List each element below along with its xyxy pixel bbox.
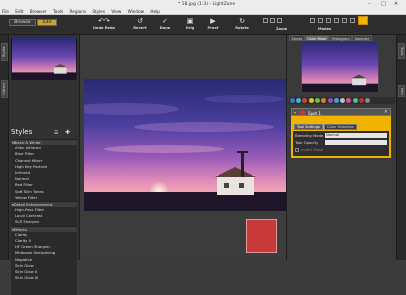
revert-icon: ↺ xyxy=(137,17,143,25)
main-photo[interactable] xyxy=(84,79,286,211)
maximize-icon[interactable]: □ xyxy=(381,1,386,7)
revert-button[interactable]: ↺ Revert xyxy=(127,17,153,31)
close-icon[interactable]: ✕ xyxy=(394,1,398,7)
menu-bar: File Edit Browser Tools Regions Styles V… xyxy=(0,8,406,15)
green-tool-icon[interactable] xyxy=(314,98,320,103)
tool-icon-row xyxy=(289,97,395,104)
pointer-mode-icon[interactable] xyxy=(310,18,315,23)
menu-view[interactable]: View xyxy=(111,8,121,15)
layer-name[interactable]: Spot 1 xyxy=(308,111,321,116)
tab-color-selection[interactable]: Color Selection xyxy=(323,124,357,130)
zoom-out-icon[interactable] xyxy=(277,18,282,23)
tab-info[interactable]: Info xyxy=(398,85,405,97)
navigator-preview[interactable] xyxy=(300,42,380,92)
image-canvas[interactable] xyxy=(79,35,287,260)
modes-label: Modes xyxy=(318,27,332,31)
tool-properties: Blending Mode Normal Tool Opacity Invert… xyxy=(293,131,389,156)
zoom-label: Zoom xyxy=(276,27,288,31)
left-panel: Styles ☰ ✚ Black & White Alien Infrared … xyxy=(9,35,79,295)
yellow-tool-icon[interactable] xyxy=(308,98,314,103)
menu-regions[interactable]: Regions xyxy=(70,8,87,15)
minimize-icon[interactable]: – xyxy=(368,1,371,7)
menu-file[interactable]: File xyxy=(2,8,9,15)
right-tab-strip: Tools Info xyxy=(396,35,406,260)
style-item[interactable]: Skin Glow III xyxy=(11,275,77,281)
color-swatch[interactable] xyxy=(246,219,277,253)
checkmark-icon: ✓ xyxy=(162,17,168,25)
tab-tool-settings[interactable]: Tool Settings xyxy=(294,124,323,130)
zoom-in-icon[interactable] xyxy=(270,18,275,23)
tab-sampler[interactable]: Sampler xyxy=(352,35,372,41)
undo-redo-icon: ↶↷ xyxy=(98,17,110,25)
menu-help[interactable]: Help xyxy=(150,8,160,15)
layer-close-icon[interactable]: ✕ xyxy=(384,110,388,115)
red-tool-icon[interactable] xyxy=(302,98,308,103)
orange-tool-icon[interactable] xyxy=(321,98,327,103)
fullscreen-mode-icon[interactable] xyxy=(350,18,355,23)
tab-history[interactable]: History xyxy=(1,80,8,98)
proof-icon: ▶ xyxy=(210,17,216,25)
pan-mode-icon[interactable] xyxy=(342,18,347,23)
purple-tool-icon[interactable] xyxy=(327,98,333,103)
region-mode-icon[interactable] xyxy=(326,18,331,23)
spot-tool-icon[interactable] xyxy=(359,98,365,103)
menu-tools[interactable]: Tools xyxy=(53,8,63,15)
tab-color-mask[interactable]: Color Mask xyxy=(304,35,329,41)
styles-list: Black & White Alien Infrared Blue Filter… xyxy=(11,139,77,295)
menu-edit[interactable]: Edit xyxy=(15,8,23,15)
left-tab-strip: Styles History xyxy=(0,35,9,260)
tab-styles[interactable]: Styles xyxy=(1,43,8,61)
title-bar: * 18.jpg (1:3) - LightZone – □ ✕ xyxy=(0,0,406,8)
rotate-icon: ↻ xyxy=(239,17,245,25)
sharpen-icon[interactable] xyxy=(296,98,302,103)
zone-mapper-icon[interactable] xyxy=(289,98,295,103)
invert-mask-label: Invert Mask xyxy=(301,147,324,152)
tool-opacity-slider[interactable] xyxy=(325,140,387,145)
window-title: * 18.jpg (1:3) - LightZone xyxy=(178,1,236,7)
tab-zones[interactable]: Zones xyxy=(289,35,305,41)
tab-histogram[interactable]: Histogram xyxy=(329,35,353,41)
blending-mode-select[interactable]: Normal xyxy=(325,133,387,138)
active-mode-icon[interactable] xyxy=(358,16,368,25)
list-view-icon[interactable]: ☰ xyxy=(54,130,58,136)
menu-styles[interactable]: Styles xyxy=(92,8,105,15)
proof-button[interactable]: ▶ Proof xyxy=(200,17,226,31)
crop-mode-icon[interactable] xyxy=(318,18,323,23)
menu-browser[interactable]: Browser xyxy=(30,8,47,15)
spot-layer-icon xyxy=(300,110,305,115)
right-panel: Zones Color Mask Histogram Sampler ▾ Spot 1… xyxy=(288,35,396,260)
expand-icon[interactable]: ▾ xyxy=(294,110,296,115)
menu-window[interactable]: Window xyxy=(128,8,145,15)
navigator-tabs: Zones Color Mask Histogram Sampler xyxy=(289,35,395,41)
layer-header[interactable]: ▾ Spot 1 ✕ xyxy=(291,108,391,116)
blending-mode-label: Blending Mode xyxy=(295,133,324,138)
rotate-button[interactable]: ↻ Rotate xyxy=(229,17,255,31)
spot-mode-icon[interactable] xyxy=(334,18,339,23)
original-icon: ▣ xyxy=(186,17,194,25)
styles-title: Styles xyxy=(11,128,33,136)
done-button[interactable]: ✓ Done xyxy=(152,17,178,31)
gray-tool-icon[interactable] xyxy=(340,98,346,103)
tool-opacity-label: Tool Opacity xyxy=(295,140,319,145)
more-tools-icon[interactable] xyxy=(365,98,371,103)
invert-mask-checkbox[interactable] xyxy=(295,147,299,152)
toolbar: Browse Edit ↶↷ Undo Redo ↺ Revert ✓ Done… xyxy=(0,15,406,35)
preview-thumbnail xyxy=(11,38,77,80)
pink-tool-icon[interactable] xyxy=(346,98,352,103)
browse-button[interactable]: Browse xyxy=(9,19,36,26)
add-style-icon[interactable]: ✚ xyxy=(65,129,70,136)
blue-tool-icon[interactable] xyxy=(333,98,339,103)
edit-button[interactable]: Edit xyxy=(37,19,57,26)
teal-tool-icon[interactable] xyxy=(352,98,358,103)
zoom-fit-icon[interactable] xyxy=(263,18,268,23)
tab-tools[interactable]: Tools xyxy=(398,43,405,59)
undo-redo-button[interactable]: ↶↷ Undo Redo xyxy=(91,17,117,31)
layer-subtabs: Tool Settings Color Selection xyxy=(294,124,358,130)
